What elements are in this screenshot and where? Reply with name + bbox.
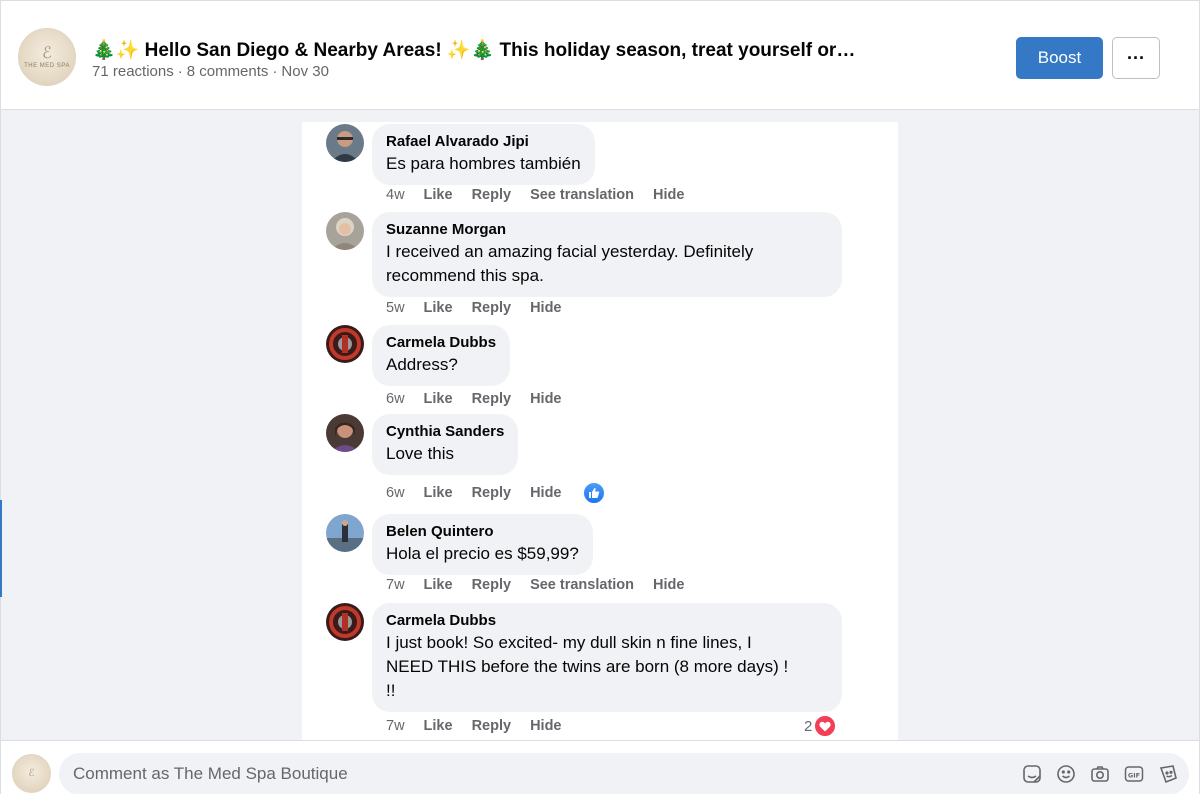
composer-avatar[interactable]: ℰ [12, 754, 51, 793]
comment-actions: 7w Like Reply Hide [386, 718, 561, 734]
hide-action[interactable]: Hide [530, 391, 561, 407]
comment-text: Love this [386, 444, 455, 463]
page-avatar-brand: THE MED SPA [24, 63, 70, 69]
avatar[interactable] [326, 325, 364, 363]
comment-author[interactable]: Cynthia Sanders [386, 422, 504, 442]
comment-bubble: Cynthia Sanders Love this [372, 414, 519, 475]
reaction-count: 2 [804, 717, 813, 735]
see-translation-action[interactable]: See translation [530, 187, 634, 203]
avatar-sticker-icon[interactable] [1157, 763, 1179, 785]
composer-tools: GIF [1021, 763, 1179, 785]
reply-action[interactable]: Reply [472, 577, 512, 593]
page-avatar-monogram: ℰ [42, 43, 52, 62]
like-action[interactable]: Like [424, 485, 453, 501]
hide-action[interactable]: Hide [653, 187, 684, 203]
camera-icon[interactable] [1089, 763, 1111, 785]
reply-action[interactable]: Reply [472, 300, 512, 316]
post-header: ℰ THE MED SPA 🎄✨ Hello San Diego & Nearb… [1, 1, 1199, 110]
like-action[interactable]: Like [424, 718, 453, 734]
avatar[interactable] [326, 514, 364, 552]
comments-panel: Rafael Alvarado Jipi Es para hombres tam… [302, 122, 898, 740]
hide-action[interactable]: Hide [530, 485, 561, 501]
comment-actions: 6w Like Reply Hide [386, 482, 606, 504]
comment-text: I just book! So excited- my dull skin n … [386, 633, 752, 652]
comment-text: Address? [386, 355, 458, 374]
hide-action[interactable]: Hide [653, 577, 684, 593]
comment-actions: 4w Like Reply See translation Hide [386, 187, 684, 203]
reply-action[interactable]: Reply [472, 718, 512, 734]
avatar[interactable] [326, 603, 364, 641]
avatar[interactable] [326, 212, 364, 250]
comment-bubble: Carmela Dubbs I just book! So excited- m… [372, 603, 842, 712]
comment-text: NEED THIS before the twins are born (8 m… [386, 657, 789, 676]
comment-author[interactable]: Rafael Alvarado Jipi [386, 132, 581, 152]
more-options-button[interactable]: ··· [1112, 37, 1160, 79]
comment-text: Es para hombres también [386, 154, 581, 173]
comment-text: Hola el precio es $59,99? [386, 544, 579, 563]
comment-author[interactable]: Carmela Dubbs [386, 333, 496, 353]
like-action[interactable]: Like [424, 300, 453, 316]
comment-time[interactable]: 7w [386, 718, 405, 734]
post-meta: 71 reactions · 8 comments · Nov 30 [92, 63, 329, 80]
comment-actions: 5w Like Reply Hide [386, 300, 561, 316]
meta-separator: · [177, 63, 183, 80]
comment-text: I received an amazing facial yesterday. … [386, 242, 754, 261]
like-action[interactable]: Like [424, 187, 453, 203]
svg-text:GIF: GIF [1128, 772, 1140, 780]
page-avatar[interactable]: ℰ THE MED SPA [18, 28, 76, 86]
comment-time[interactable]: 6w [386, 391, 405, 407]
reactions-count[interactable]: 71 reactions [92, 63, 174, 80]
like-action[interactable]: Like [424, 391, 453, 407]
comment-input[interactable] [59, 753, 1189, 794]
left-accent-bar [0, 500, 2, 597]
post-title[interactable]: 🎄✨ Hello San Diego & Nearby Areas! ✨🎄 Th… [92, 38, 855, 62]
avatar[interactable] [326, 414, 364, 452]
like-action[interactable]: Like [424, 577, 453, 593]
comment-author[interactable]: Belen Quintero [386, 522, 579, 542]
avatar[interactable] [326, 124, 364, 162]
reply-action[interactable]: Reply [472, 391, 512, 407]
comment-time[interactable]: 6w [386, 485, 405, 501]
boost-button[interactable]: Boost [1016, 37, 1103, 79]
comment-bubble: Rafael Alvarado Jipi Es para hombres tam… [372, 124, 595, 185]
comment-bubble: Suzanne Morgan I received an amazing fac… [372, 212, 842, 297]
see-translation-action[interactable]: See translation [530, 577, 634, 593]
comment-text: !! [386, 681, 396, 700]
comment-actions: 6w Like Reply Hide [386, 391, 561, 407]
comment-author[interactable]: Carmela Dubbs [386, 611, 828, 631]
composer-avatar-monogram: ℰ [28, 768, 35, 779]
love-reaction-summary[interactable]: 2 [804, 715, 837, 737]
hide-action[interactable]: Hide [530, 300, 561, 316]
comment-time[interactable]: 7w [386, 577, 405, 593]
comment-actions: 7w Like Reply See translation Hide [386, 577, 684, 593]
emoji-icon[interactable] [1055, 763, 1077, 785]
comment-text: recommend this spa. [386, 266, 544, 285]
gif-icon[interactable]: GIF [1123, 763, 1145, 785]
heart-icon [814, 715, 837, 737]
like-reaction-icon[interactable] [583, 482, 606, 504]
post-date[interactable]: Nov 30 [281, 63, 329, 80]
comments-count[interactable]: 8 comments [187, 63, 269, 80]
comment-author[interactable]: Suzanne Morgan [386, 220, 828, 240]
comment-bubble: Belen Quintero Hola el precio es $59,99? [372, 514, 593, 575]
comment-time[interactable]: 5w [386, 300, 405, 316]
hide-action[interactable]: Hide [530, 718, 561, 734]
reply-action[interactable]: Reply [472, 485, 512, 501]
reply-action[interactable]: Reply [472, 187, 512, 203]
comment-time[interactable]: 4w [386, 187, 405, 203]
comment-bubble: Carmela Dubbs Address? [372, 325, 511, 386]
sticker-icon[interactable] [1021, 763, 1043, 785]
comment-composer: ℰ GIF [1, 740, 1199, 794]
meta-separator: · [272, 63, 278, 80]
